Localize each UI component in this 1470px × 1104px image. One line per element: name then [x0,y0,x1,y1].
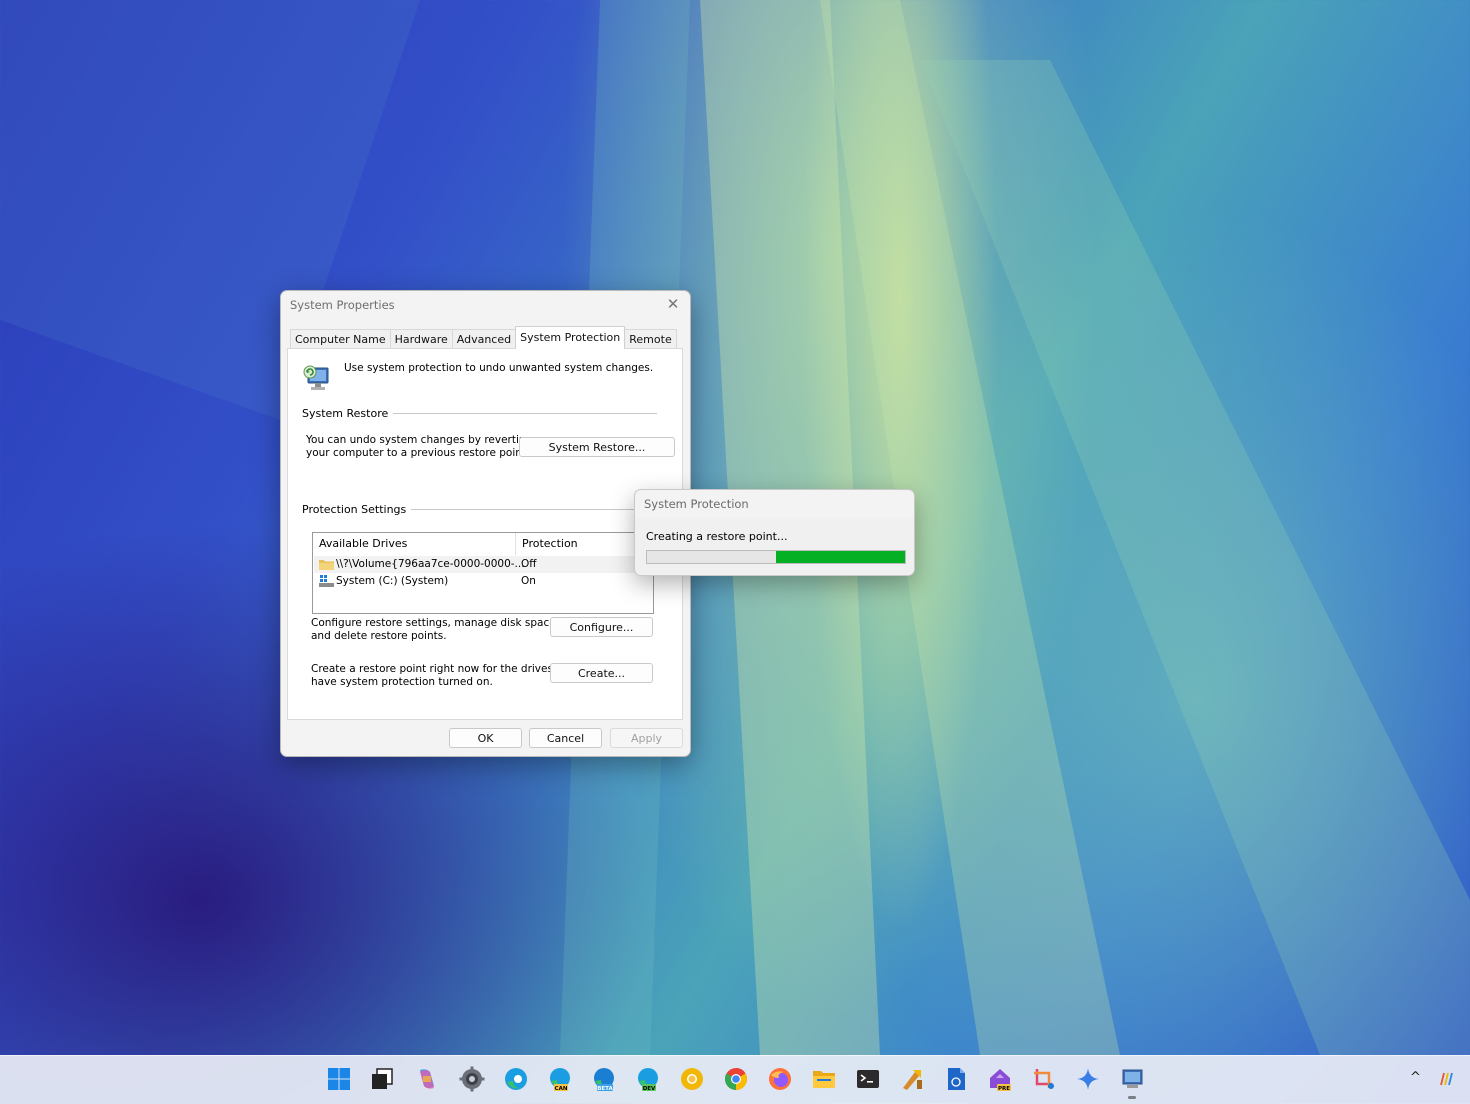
table-row[interactable]: System (C:) (System) On [314,573,652,590]
intro-text: Use system protection to undo unwanted s… [344,362,654,374]
system-protection-icon [303,365,329,390]
tab-remote[interactable]: Remote [624,329,677,349]
chrome-canary-icon[interactable] [679,1066,705,1092]
notepad-icon[interactable] [943,1066,969,1092]
column-header-available-drives[interactable]: Available Drives [313,533,516,555]
available-drives-list[interactable]: Available Drives Protection \\?\Volume{7… [312,532,654,614]
progress-bar-fill [776,551,905,563]
create-button[interactable]: Create... [550,663,653,683]
dev-tools-icon[interactable] [899,1066,925,1092]
windows-drive-icon [319,575,334,587]
pen-menu-icon[interactable] [1439,1069,1457,1087]
drive-protection: On [521,575,536,587]
system-restore-heading: System Restore [302,407,394,420]
tray-overflow-chevron-icon[interactable]: ^ [1410,1070,1421,1085]
tab-strip: Computer Name Hardware Advanced System P… [290,326,677,349]
firefox-icon[interactable] [767,1066,793,1092]
edge-dev-icon[interactable]: DEV [635,1066,661,1092]
protection-settings-heading: Protection Settings [302,503,412,516]
cancel-button[interactable]: Cancel [529,728,602,748]
progress-message: Creating a restore point... [646,530,788,543]
create-description-1: Create a restore point right now for the… [311,663,578,675]
tab-system-protection[interactable]: System Protection [515,326,626,349]
copilot-sparkle-icon[interactable] [1075,1066,1101,1092]
edge-canary-badge: CAN [555,1086,568,1092]
ok-button[interactable]: OK [449,728,522,748]
drive-protection: Off [521,558,537,570]
active-app-indicator [1128,1096,1136,1099]
edge-beta-badge: BETA [597,1086,613,1092]
system-protection-progress-dialog: System Protection Creating a restore poi… [634,489,915,576]
task-view-icon[interactable] [369,1066,395,1092]
window-title: System Properties [290,298,395,312]
system-properties-icon[interactable] [1119,1066,1145,1092]
create-description-2: have system protection turned on. [311,676,493,688]
copilot-icon[interactable] [414,1066,440,1092]
drive-name: System (C:) (System) [336,575,449,587]
folder-icon [319,560,334,570]
popup-title: System Protection [644,497,749,511]
system-restore-button[interactable]: System Restore... [519,437,675,457]
edge-beta-icon[interactable]: BETA [591,1066,617,1092]
powertoys-preview-badge: PRE [998,1086,1010,1092]
settings-icon[interactable] [459,1066,485,1092]
progress-bar [646,550,906,564]
tab-hardware[interactable]: Hardware [389,329,453,349]
chrome-icon[interactable] [723,1066,749,1092]
configure-description-1: Configure restore settings, manage disk … [311,617,560,629]
windows-start-icon[interactable] [326,1066,352,1092]
terminal-icon[interactable] [855,1066,881,1092]
popup-body [635,518,914,574]
snipping-tool-icon[interactable] [1031,1066,1057,1092]
tab-computer-name[interactable]: Computer Name [290,329,391,349]
system-properties-window: System Properties ✕ Computer Name Hardwa… [280,290,691,757]
system-restore-description-1: You can undo system changes by reverting [306,434,533,446]
system-protection-panel: Use system protection to undo unwanted s… [287,348,683,720]
edge-canary-icon[interactable]: CAN [547,1066,573,1092]
edge-icon[interactable] [503,1066,529,1092]
file-explorer-icon[interactable] [811,1066,837,1092]
powertoys-preview-icon[interactable]: PRE [987,1066,1013,1092]
table-row[interactable]: \\?\Volume{796aa7ce-0000-0000-... Off [314,556,652,573]
configure-button[interactable]: Configure... [550,617,653,637]
drive-name: \\?\Volume{796aa7ce-0000-0000-... [336,558,525,570]
apply-button[interactable]: Apply [610,728,683,748]
close-icon[interactable]: ✕ [664,295,682,313]
system-restore-description-2: your computer to a previous restore poin… [306,447,530,459]
configure-description-2: and delete restore points. [311,630,447,642]
edge-dev-badge: DEV [643,1086,656,1092]
tab-advanced[interactable]: Advanced [451,329,517,349]
